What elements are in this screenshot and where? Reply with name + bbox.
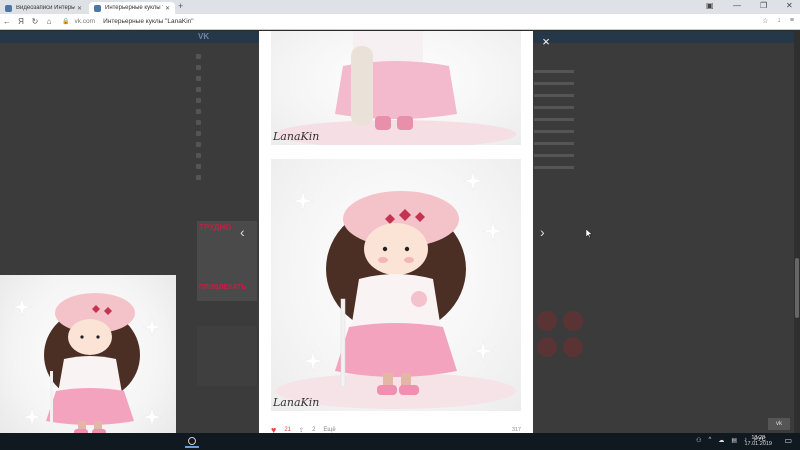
tab-label: Видеозаписи Интерьерн bbox=[16, 5, 75, 11]
chevron-up-icon[interactable]: ^ bbox=[708, 437, 711, 444]
browser-icon bbox=[188, 437, 196, 445]
menu-item[interactable] bbox=[196, 117, 256, 128]
previous-photo-icon[interactable]: ‹ bbox=[240, 224, 245, 240]
left-menu bbox=[196, 51, 256, 183]
clock[interactable]: 13:28 17.01.2019 bbox=[744, 435, 772, 447]
tab-close-icon[interactable]: ✕ bbox=[77, 5, 82, 12]
network-icon[interactable]: ▤ bbox=[731, 437, 737, 444]
tab-videos[interactable]: Видеозаписи Интерьерн ✕ bbox=[0, 2, 87, 14]
menu-item[interactable] bbox=[196, 62, 256, 73]
avatar[interactable] bbox=[537, 337, 557, 357]
avatar[interactable] bbox=[537, 311, 557, 331]
people-icon[interactable]: ⚇ bbox=[696, 437, 701, 444]
ad-heading-2: ПРИВЛЕКАТЬ bbox=[199, 284, 247, 291]
menu-item[interactable] bbox=[196, 139, 256, 150]
menu-icon bbox=[196, 76, 201, 81]
menu-icon bbox=[196, 142, 201, 147]
menu-item[interactable] bbox=[196, 51, 256, 62]
menu-item[interactable] bbox=[196, 73, 256, 84]
photo-watermark: LanaKin bbox=[273, 396, 320, 409]
menu-icon bbox=[196, 65, 201, 70]
vk-favicon-icon bbox=[94, 4, 101, 12]
menu-icon bbox=[196, 87, 201, 92]
ad-banner[interactable]: ТРУДНО ПРИВЛЕКАТЬ bbox=[197, 221, 257, 301]
page-title: Интерьерные куклы "LanaKin" bbox=[103, 18, 194, 25]
vk-favicon-icon bbox=[5, 4, 12, 12]
right-column bbox=[534, 61, 594, 178]
photo-actions: ♥ 21 ⇪ 2 Ещё 317 bbox=[271, 425, 521, 433]
yandex-icon[interactable]: Я bbox=[14, 17, 28, 26]
menu-item[interactable] bbox=[196, 172, 256, 183]
url-field[interactable]: 🔒 vk.com Интерьерные куклы "LanaKin" bbox=[62, 18, 194, 25]
menu-icon bbox=[196, 54, 201, 59]
menu-icon bbox=[196, 131, 201, 136]
minimize-icon[interactable]: — bbox=[733, 1, 741, 10]
menu-item[interactable] bbox=[196, 106, 256, 117]
menu-icon[interactable]: ≡ bbox=[790, 17, 794, 25]
menu-icon bbox=[196, 164, 201, 169]
clock-date: 17.01.2019 bbox=[744, 441, 772, 447]
heart-icon[interactable]: ♥ bbox=[271, 425, 276, 433]
bookmark-icon[interactable]: ☆ bbox=[762, 17, 768, 25]
vk-logo[interactable]: VK bbox=[198, 32, 209, 41]
scrollbar-thumb[interactable] bbox=[795, 258, 799, 318]
menu-icon bbox=[196, 109, 201, 114]
taskbar: ⚇ ^ ☁ ▤ ♪ РУС 13:28 17.01.2019 ▭ bbox=[0, 433, 800, 450]
photo-viewer: LanaKin LanaKin ♥ 21 ⇪ 2 Ещё 317 bbox=[259, 31, 533, 433]
ad-heading: ТРУДНО bbox=[199, 223, 232, 232]
ad-banner-2[interactable] bbox=[197, 326, 257, 386]
menu-icon bbox=[196, 120, 201, 125]
close-window-icon[interactable]: ✕ bbox=[786, 1, 793, 10]
doll-photo-main[interactable]: LanaKin bbox=[271, 159, 521, 411]
next-photo-icon[interactable]: › bbox=[540, 224, 545, 240]
menu-item[interactable] bbox=[196, 150, 256, 161]
close-icon[interactable]: × bbox=[539, 35, 553, 49]
tab-close-icon[interactable]: ✕ bbox=[165, 5, 170, 12]
cloud-icon[interactable]: ☁ bbox=[718, 437, 724, 444]
taskbar-browser-button[interactable] bbox=[185, 435, 199, 448]
profile-icon[interactable]: ▣ bbox=[706, 1, 714, 10]
members-avatars bbox=[537, 311, 593, 357]
tab-strip: Видеозаписи Интерьерн ✕ Интерьерные кукл… bbox=[0, 0, 800, 14]
lock-icon: 🔒 bbox=[62, 19, 70, 25]
avatar[interactable] bbox=[563, 311, 583, 331]
avatar[interactable] bbox=[563, 337, 583, 357]
scroll-to-top-button[interactable]: vk bbox=[768, 418, 790, 430]
menu-item[interactable] bbox=[196, 161, 256, 172]
home-icon[interactable]: ⌂ bbox=[42, 17, 56, 26]
menu-item[interactable] bbox=[196, 84, 256, 95]
new-tab-button[interactable]: + bbox=[178, 1, 183, 11]
back-icon[interactable]: ← bbox=[0, 17, 14, 26]
menu-icon bbox=[196, 153, 201, 158]
tab-label: Интерьерные куклы "La bbox=[105, 5, 163, 11]
downloads-icon[interactable]: ↓ bbox=[777, 17, 781, 25]
address-bar: ← Я ↻ ⌂ 🔒 vk.com Интерьерные куклы "Lana… bbox=[0, 14, 800, 30]
doll-photo-top[interactable]: LanaKin bbox=[271, 31, 521, 145]
photo-watermark: LanaKin bbox=[273, 130, 320, 143]
menu-item[interactable] bbox=[196, 128, 256, 139]
menu-icon bbox=[196, 98, 201, 103]
url-domain: vk.com bbox=[74, 18, 96, 25]
page-scrollbar[interactable] bbox=[794, 30, 800, 433]
maximize-icon[interactable]: ❐ bbox=[760, 1, 767, 10]
menu-icon bbox=[196, 175, 201, 180]
notification-icon[interactable]: ▭ bbox=[784, 436, 792, 445]
mouse-cursor-icon bbox=[586, 229, 592, 238]
reload-icon[interactable]: ↻ bbox=[28, 17, 42, 26]
menu-item[interactable] bbox=[196, 95, 256, 106]
tab-dolls[interactable]: Интерьерные куклы "La ✕ bbox=[89, 2, 175, 14]
video-preview[interactable] bbox=[0, 275, 176, 450]
